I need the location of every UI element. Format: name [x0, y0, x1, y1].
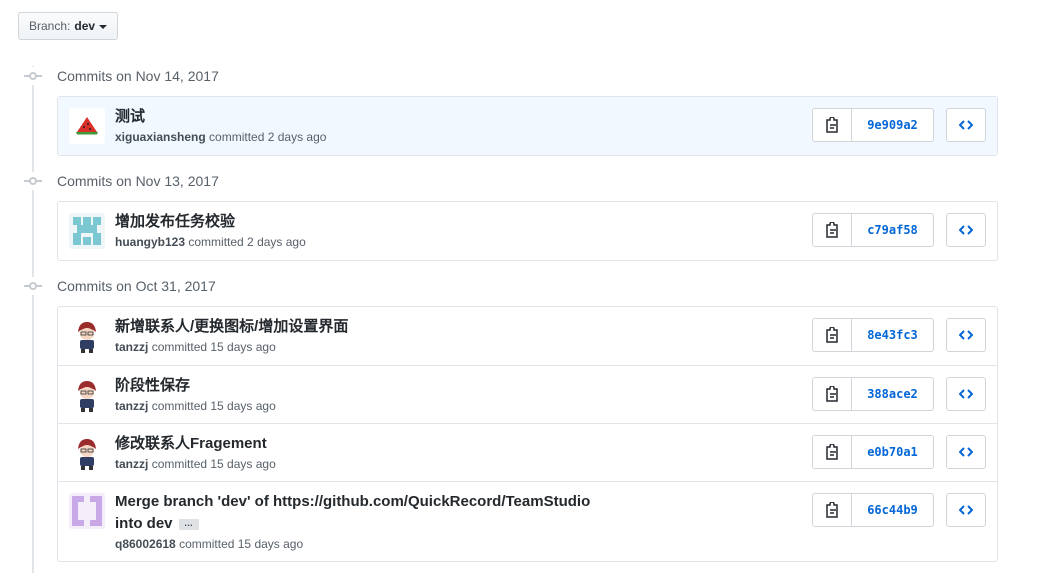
- commit-meta: xiguaxiansheng committed 2 days ago: [115, 130, 326, 144]
- sha-button-group: e0b70a1: [812, 435, 934, 469]
- sha-button-group: 388ace2: [812, 377, 934, 411]
- commit-row: 阶段性保存 tanzzj committed 15 days ago 388ac…: [58, 365, 997, 423]
- commit-sha-link[interactable]: 8e43fc3: [852, 318, 934, 352]
- commit-sha-link[interactable]: 388ace2: [852, 377, 934, 411]
- avatar[interactable]: [69, 493, 105, 529]
- timeline-line: [32, 66, 34, 573]
- avatar[interactable]: [69, 318, 105, 354]
- commit-meta: q86002618 committed 15 days ago: [115, 537, 303, 551]
- commit-meta: huangyb123 committed 2 days ago: [115, 235, 306, 249]
- commit-list: 增加发布任务校验 huangyb123 committed 2 days ago…: [57, 201, 998, 261]
- caret-down-icon: [99, 24, 108, 29]
- commit-time: committed 15 days ago: [151, 399, 276, 413]
- code-icon: [959, 447, 973, 457]
- commit-meta: tanzzj committed 15 days ago: [115, 399, 276, 413]
- commit-message[interactable]: Merge branch 'dev' of https://github.com…: [115, 491, 635, 535]
- code-icon: [959, 330, 973, 340]
- avatar[interactable]: [69, 435, 105, 471]
- commit-meta: tanzzj committed 15 days ago: [115, 340, 276, 354]
- clipboard-icon: [826, 502, 838, 518]
- commit-group-date: Commits on Nov 14, 2017: [57, 68, 219, 84]
- commit-time: committed 15 days ago: [151, 340, 276, 354]
- commit-time: committed 15 days ago: [151, 457, 276, 471]
- commit-sha-link[interactable]: 66c44b9: [852, 493, 934, 527]
- sha-button-group: 8e43fc3: [812, 318, 934, 352]
- commit-sha-link[interactable]: e0b70a1: [852, 435, 934, 469]
- commit-row: Merge branch 'dev' of https://github.com…: [58, 481, 997, 561]
- browse-files-button[interactable]: [946, 493, 986, 527]
- code-icon: [959, 505, 973, 515]
- copy-sha-button[interactable]: [812, 318, 852, 352]
- commit-dot-icon: [24, 67, 42, 85]
- commit-row: 测试 xiguaxiansheng committed 2 days ago 9…: [58, 97, 997, 155]
- commit-row: 增加发布任务校验 huangyb123 committed 2 days ago…: [58, 202, 997, 260]
- avatar[interactable]: [69, 377, 105, 413]
- commit-message[interactable]: 测试: [115, 106, 635, 128]
- avatar[interactable]: [69, 108, 105, 144]
- expand-message-button[interactable]: …: [178, 518, 199, 530]
- commit-time: committed 2 days ago: [209, 130, 327, 144]
- commit-sha-link[interactable]: c79af58: [852, 213, 934, 247]
- commit-message-line2: into dev: [115, 515, 173, 532]
- commit-meta: tanzzj committed 15 days ago: [115, 457, 276, 471]
- commit-sha-link[interactable]: 9e909a2: [852, 108, 934, 142]
- commit-time: committed 2 days ago: [188, 235, 306, 249]
- commit-message[interactable]: 新增联系人/更换图标/增加设置界面: [115, 316, 635, 338]
- clipboard-icon: [826, 222, 838, 238]
- copy-sha-button[interactable]: [812, 435, 852, 469]
- avatar[interactable]: [69, 213, 105, 249]
- code-icon: [959, 225, 973, 235]
- commit-group-header: Commits on Nov 14, 2017: [24, 66, 219, 86]
- commit-row: 修改联系人Fragement tanzzj committed 15 days …: [58, 423, 997, 481]
- browse-files-button[interactable]: [946, 318, 986, 352]
- copy-sha-button[interactable]: [812, 108, 852, 142]
- clipboard-icon: [826, 386, 838, 402]
- commit-message-line1: Merge branch 'dev' of https://github.com…: [115, 493, 591, 510]
- commit-author[interactable]: huangyb123: [115, 235, 185, 249]
- branch-label: Branch:: [29, 19, 71, 33]
- browse-files-button[interactable]: [946, 108, 986, 142]
- clipboard-icon: [826, 327, 838, 343]
- commit-message[interactable]: 增加发布任务校验: [115, 211, 635, 233]
- branch-value: dev: [74, 19, 96, 33]
- commit-author[interactable]: tanzzj: [115, 457, 148, 471]
- branch-select-button[interactable]: Branch: dev: [18, 12, 118, 40]
- commit-time: committed 15 days ago: [179, 537, 304, 551]
- commit-row: 新增联系人/更换图标/增加设置界面 tanzzj committed 15 da…: [58, 307, 997, 365]
- code-icon: [959, 389, 973, 399]
- commit-group-date: Commits on Nov 13, 2017: [57, 173, 219, 189]
- commit-list: 测试 xiguaxiansheng committed 2 days ago 9…: [57, 96, 998, 156]
- commit-group-header: Commits on Nov 13, 2017: [24, 171, 219, 191]
- browse-files-button[interactable]: [946, 377, 986, 411]
- copy-sha-button[interactable]: [812, 213, 852, 247]
- commit-dot-icon: [24, 277, 42, 295]
- commit-author[interactable]: xiguaxiansheng: [115, 130, 206, 144]
- copy-sha-button[interactable]: [812, 377, 852, 411]
- browse-files-button[interactable]: [946, 435, 986, 469]
- commit-message[interactable]: 修改联系人Fragement: [115, 433, 635, 455]
- commit-author[interactable]: q86002618: [115, 537, 176, 551]
- browse-files-button[interactable]: [946, 213, 986, 247]
- commit-author[interactable]: tanzzj: [115, 340, 148, 354]
- sha-button-group: 66c44b9: [812, 493, 934, 527]
- clipboard-icon: [826, 444, 838, 460]
- copy-sha-button[interactable]: [812, 493, 852, 527]
- commit-message[interactable]: 阶段性保存: [115, 375, 635, 397]
- sha-button-group: 9e909a2: [812, 108, 934, 142]
- sha-button-group: c79af58: [812, 213, 934, 247]
- commit-list: 新增联系人/更换图标/增加设置界面 tanzzj committed 15 da…: [57, 306, 998, 562]
- commit-author[interactable]: tanzzj: [115, 399, 148, 413]
- commit-group-date: Commits on Oct 31, 2017: [57, 278, 216, 294]
- commit-dot-icon: [24, 172, 42, 190]
- clipboard-icon: [826, 117, 838, 133]
- code-icon: [959, 120, 973, 130]
- commit-group-header: Commits on Oct 31, 2017: [24, 276, 216, 296]
